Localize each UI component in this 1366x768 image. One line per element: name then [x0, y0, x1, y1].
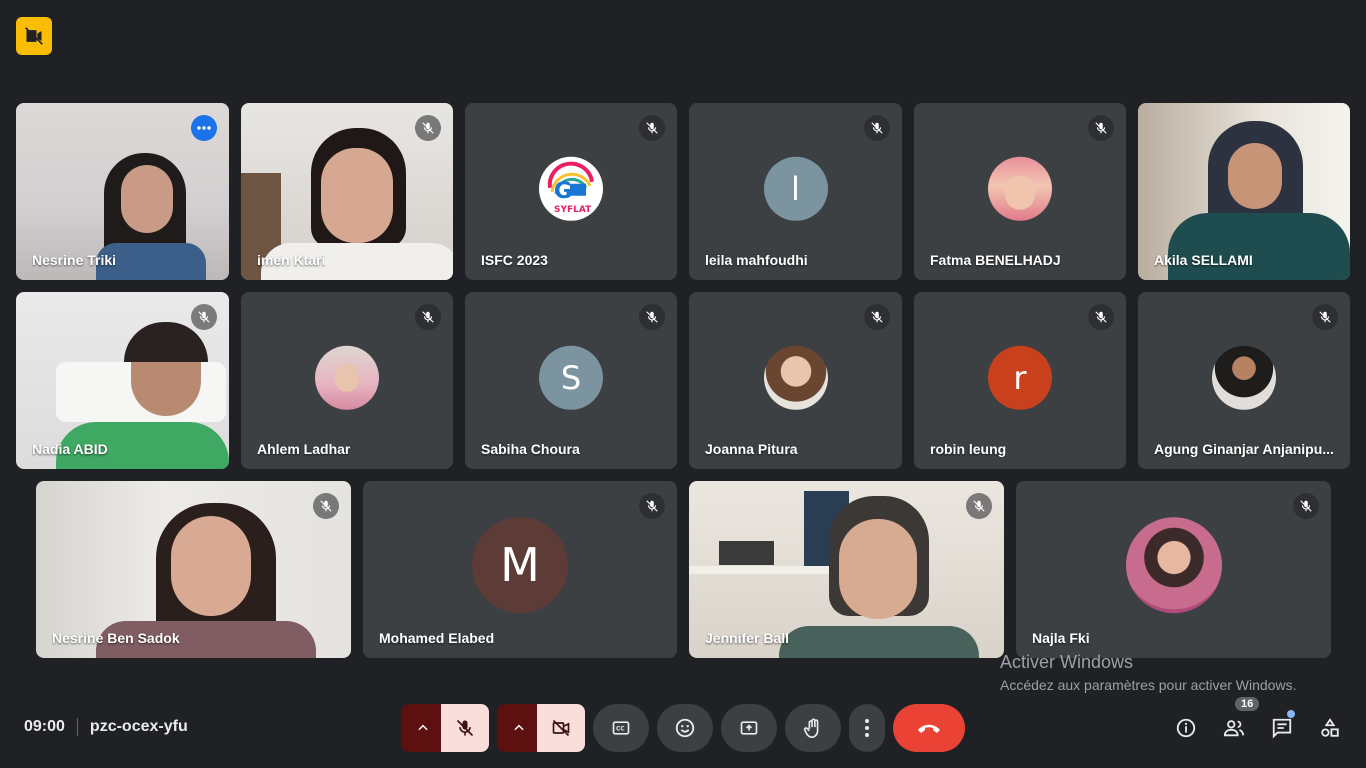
participant-name: Fatma BENELHADJ: [930, 252, 1061, 268]
participant-tile[interactable]: G SYFLAT ISFC 2023: [465, 103, 677, 280]
initial-avatar: M: [472, 516, 568, 613]
participant-tile[interactable]: Fatma BENELHADJ: [914, 103, 1126, 280]
syflat-logo-icon: G SYFLAT: [547, 161, 594, 214]
no-video-icon: [25, 27, 43, 45]
participant-tile[interactable]: Najla Fki: [1016, 481, 1331, 658]
more-options-icon[interactable]: [191, 115, 217, 141]
profile-photo-avatar: [1212, 345, 1276, 410]
participant-name: Akila SELLAMI: [1154, 252, 1253, 268]
chevron-up-icon: [418, 724, 428, 731]
captions-button[interactable]: CC: [593, 704, 649, 752]
turn-on-camera-button[interactable]: [537, 704, 585, 752]
initial-avatar: r: [988, 345, 1052, 410]
camera-off-icon: [552, 719, 570, 737]
muted-mic-icon: [415, 115, 441, 141]
present-screen-icon: [740, 721, 758, 735]
participant-name: Nesrine Triki: [32, 252, 117, 268]
new-message-dot: [1287, 710, 1295, 718]
chevron-up-icon: [514, 724, 524, 731]
meeting-details: 09:00 pzc-ocex-yfu: [24, 718, 188, 736]
meeting-time: 09:00: [24, 718, 65, 735]
profile-photo-avatar: [988, 156, 1052, 221]
participant-name: Ahlem Ladhar: [257, 441, 351, 457]
svg-text:G: G: [554, 178, 572, 203]
more-options-button[interactable]: [849, 704, 885, 752]
profile-photo-avatar: [1125, 516, 1222, 613]
muted-mic-icon: [313, 493, 339, 519]
activities-shapes-icon: [1321, 718, 1339, 737]
activities-button[interactable]: [1314, 712, 1346, 744]
muted-mic-icon: [639, 304, 665, 330]
raise-hand-button[interactable]: [785, 704, 841, 752]
participant-name: imen Ktari: [257, 252, 326, 268]
muted-mic-icon: [191, 304, 217, 330]
present-now-button[interactable]: [721, 704, 777, 752]
people-button[interactable]: [1218, 712, 1250, 744]
participant-tile[interactable]: l leila mahfoudhi: [689, 103, 902, 280]
hand-icon: [803, 718, 819, 738]
participant-name: Joanna Pitura: [705, 441, 798, 457]
svg-text:CC: CC: [616, 727, 625, 733]
participant-tile[interactable]: S Sabiha Choura: [465, 292, 677, 469]
participant-tile[interactable]: r robin leung: [914, 292, 1126, 469]
participant-name: leila mahfoudhi: [705, 252, 808, 268]
divider: [76, 718, 78, 736]
profile-photo-avatar: [315, 345, 379, 410]
svg-text:SYFLAT: SYFLAT: [554, 204, 592, 214]
participant-name: robin leung: [930, 441, 1007, 457]
meeting-code[interactable]: pzc-ocex-yfu: [90, 718, 188, 736]
muted-mic-icon: [864, 304, 890, 330]
video-options-button[interactable]: [497, 704, 541, 752]
participant-tile[interactable]: Akila SELLAMI: [1138, 103, 1350, 280]
closed-captions-icon: CC: [612, 721, 630, 735]
participant-tile[interactable]: Nadia ABID: [16, 292, 229, 469]
participant-tile[interactable]: Joanna Pitura: [689, 292, 902, 469]
participant-tile[interactable]: imen Ktari: [241, 103, 453, 280]
participant-tile[interactable]: Ahlem Ladhar: [241, 292, 453, 469]
profile-photo-avatar: [763, 345, 828, 410]
muted-mic-icon: [1312, 304, 1338, 330]
end-call-icon: [918, 724, 940, 733]
unmute-button[interactable]: [441, 704, 489, 752]
windows-activation-subtitle: Accédez aux paramètres pour activer Wind…: [1000, 677, 1297, 693]
reactions-button[interactable]: [657, 704, 713, 752]
audio-options-button[interactable]: [401, 704, 445, 752]
participant-name: Nadia ABID: [32, 441, 108, 457]
muted-mic-icon: [1088, 115, 1114, 141]
initial-avatar: S: [539, 345, 603, 410]
muted-mic-icon: [415, 304, 441, 330]
participant-name: Mohamed Elabed: [379, 630, 495, 646]
muted-mic-icon: [1088, 304, 1114, 330]
participant-tile[interactable]: Agung Ginanjar Anjanipu...: [1138, 292, 1350, 469]
windows-activation-title: Activer Windows: [1000, 652, 1134, 672]
group-logo-avatar: G SYFLAT: [539, 156, 603, 221]
muted-mic-icon: [864, 115, 890, 141]
people-icon: [1223, 720, 1245, 737]
mic-off-icon: [456, 719, 474, 737]
muted-mic-icon: [1293, 493, 1319, 519]
leave-call-button[interactable]: [893, 704, 965, 752]
participant-name: Nesrine Ben Sadok: [52, 630, 180, 646]
captions-off-badge[interactable]: [16, 17, 52, 55]
participant-tile[interactable]: Nesrine Ben Sadok: [36, 481, 351, 658]
muted-mic-icon: [639, 493, 665, 519]
participant-tile[interactable]: M Mohamed Elabed: [363, 481, 677, 658]
chat-icon: [1272, 718, 1292, 739]
participant-tile[interactable]: Nesrine Triki: [16, 103, 229, 280]
muted-mic-icon: [966, 493, 992, 519]
participant-count-badge: 16: [1235, 697, 1260, 711]
participant-name: Jennifer Ball: [705, 630, 790, 646]
participant-name: Agung Ginanjar Anjanipu...: [1154, 441, 1334, 457]
participant-name: Sabiha Choura: [481, 441, 580, 457]
more-vert-icon: [865, 719, 869, 737]
info-icon: [1176, 718, 1196, 738]
meeting-info-button[interactable]: [1170, 712, 1202, 744]
participant-tile[interactable]: Jennifer Ball: [689, 481, 1004, 658]
participant-name: ISFC 2023: [481, 252, 548, 268]
participant-name: Najla Fki: [1032, 630, 1090, 646]
emoji-icon: [675, 718, 695, 738]
muted-mic-icon: [639, 115, 665, 141]
initial-avatar: l: [763, 156, 828, 221]
